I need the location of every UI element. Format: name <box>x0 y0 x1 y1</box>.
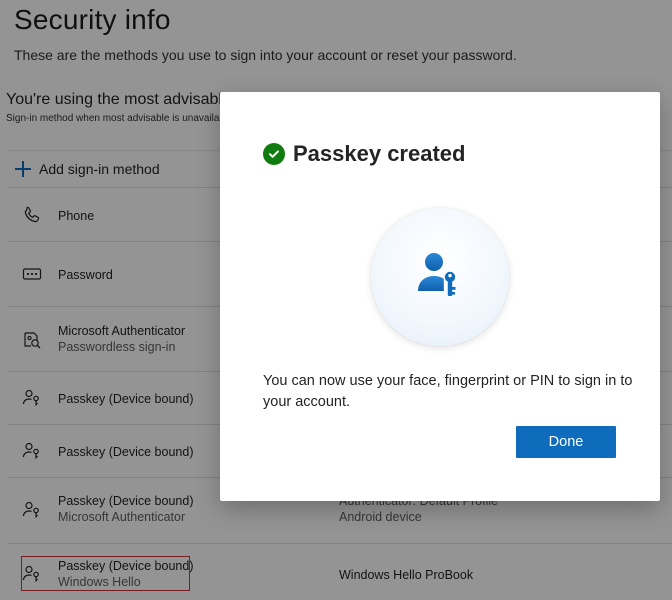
done-button[interactable]: Done <box>516 426 616 458</box>
dialog-header: Passkey created <box>263 141 465 167</box>
passkey-user-key-icon <box>412 247 468 308</box>
passkey-created-dialog: Passkey created You can now use your fac… <box>220 92 660 501</box>
passkey-hero-illustration <box>371 208 509 346</box>
check-circle-icon <box>263 143 285 165</box>
dialog-message: You can now use your face, fingerprint o… <box>263 373 633 410</box>
dialog-title: Passkey created <box>293 141 466 166</box>
